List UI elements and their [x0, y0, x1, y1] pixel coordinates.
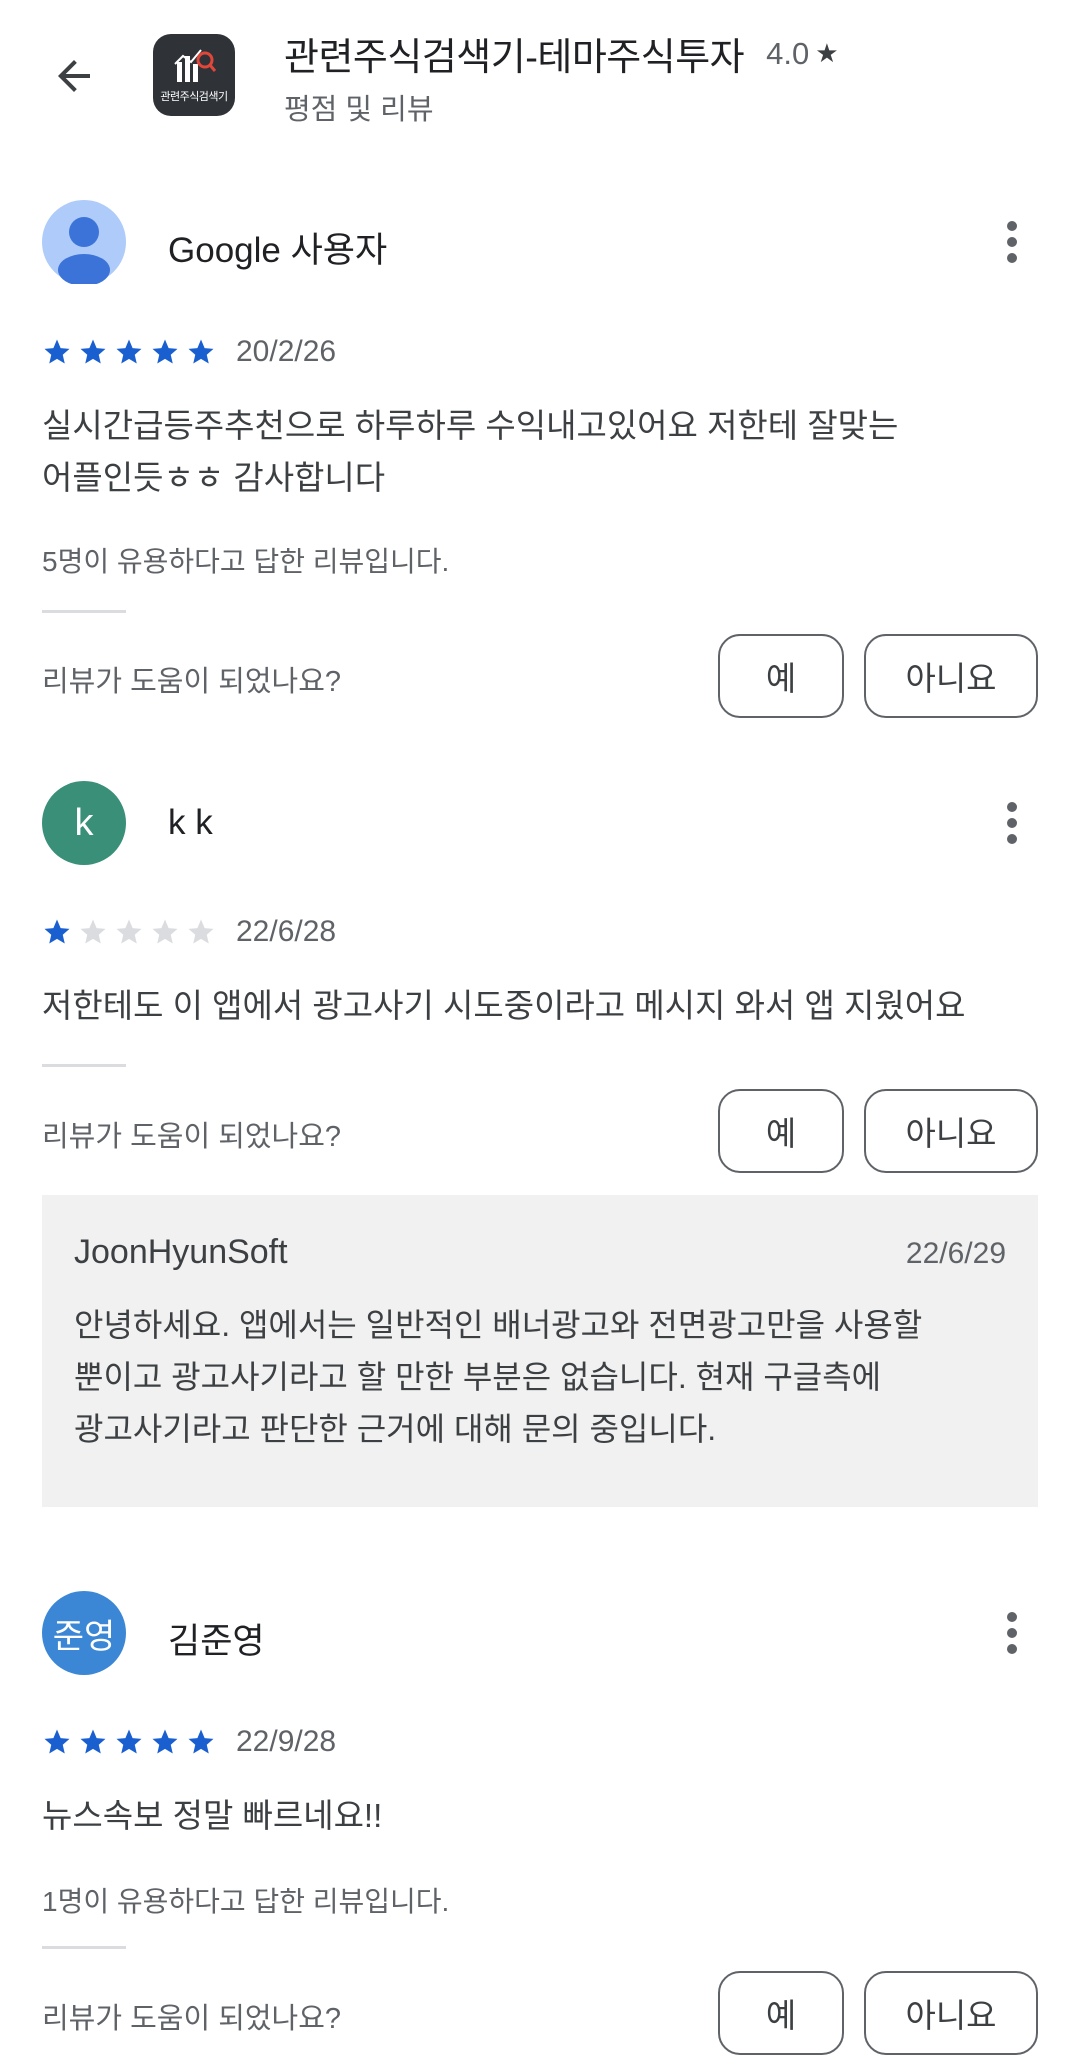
review-date: 22/6/28: [236, 915, 337, 948]
review-date: 22/9/28: [236, 1725, 337, 1758]
reply-author: JoonHyunSoft: [74, 1233, 288, 1271]
helpful-question: 리뷰가 도움이 되었나요?: [42, 1121, 342, 1153]
more-vert-icon: [1007, 802, 1017, 844]
more-options-button[interactable]: [990, 793, 1034, 853]
reply-text-line: 뿐이고 광고사기라고 할 만한 부분은 없습니다. 현재 구글측에: [74, 1359, 882, 1395]
star-filled-icon: [80, 339, 106, 364]
star-filled-icon: [44, 1729, 70, 1754]
divider: [42, 610, 126, 613]
helpful-yes-button[interactable]: 예: [718, 634, 844, 718]
helpful-no-button[interactable]: 아니요: [864, 1089, 1038, 1173]
helpful-no-button[interactable]: 아니요: [864, 634, 1038, 718]
helpful-count: 1명이 유용하다고 답한 리뷰입니다.: [42, 1886, 450, 1917]
review-author: Google 사용자: [168, 231, 388, 270]
review-author: k k: [168, 803, 213, 842]
page-subtitle: 평점 및 리뷰: [284, 94, 434, 126]
app-title-row: 관련주식검색기-테마주식투자 4.0 ★: [284, 26, 839, 81]
review-date: 20/2/26: [236, 335, 337, 368]
app-title: 관련주식검색기-테마주식투자: [284, 37, 745, 79]
divider: [42, 1064, 126, 1067]
avatar: k: [42, 781, 126, 865]
avatar: 준영: [42, 1591, 126, 1675]
star-filled-icon: [152, 1729, 178, 1754]
back-button[interactable]: [40, 42, 108, 110]
star-empty-icon: [188, 919, 214, 944]
star-empty-icon: [80, 919, 106, 944]
more-vert-icon: [1007, 1612, 1017, 1654]
review-text-line: 실시간급등주추천으로 하루하루 수익내고있어요 저한테 잘맞는: [42, 407, 899, 444]
reviews-page: 관련주식검색기 관련주식검색기-테마주식투자 4.0 ★ 평점 및 리뷰 Goo…: [0, 0, 1080, 2070]
star-filled-icon: [152, 339, 178, 364]
app-rating: 4.0: [766, 35, 810, 71]
reply-text-line: 광고사기라고 판단한 근거에 대해 문의 중입니다.: [74, 1411, 717, 1447]
app-icon-label: 관련주식검색기: [160, 91, 228, 103]
reply-text-line: 안녕하세요. 앱에서는 일반적인 배너광고와 전면광고만을 사용할: [74, 1307, 923, 1343]
helpful-yes-button[interactable]: 예: [718, 1089, 844, 1173]
review-author: 김준영: [168, 1622, 265, 1661]
star-filled-icon: [188, 1729, 214, 1754]
review-text-line: 어플인듯ㅎㅎ 감사합니다: [42, 459, 386, 496]
star-filled-icon: [188, 339, 214, 364]
reply-text: 안녕하세요. 앱에서는 일반적인 배너광고와 전면광고만을 사용할 뿐이고 광고…: [74, 1299, 1004, 1455]
star-filled-icon: [44, 339, 70, 364]
rating-star-icon: ★: [815, 38, 839, 68]
reply-date: 22/6/29: [905, 1237, 1006, 1270]
review-text-line: 저한테도 이 앱에서 광고사기 시도중이라고 메시지 와서 앱 지웠어요: [42, 987, 966, 1024]
helpful-no-button[interactable]: 아니요: [864, 1971, 1038, 2055]
avatar-letter: 준영: [52, 1617, 116, 1656]
star-rating: [42, 337, 216, 367]
helpful-question: 리뷰가 도움이 되었나요?: [42, 2003, 342, 2035]
review-text: 뉴스속보 정말 빠르네요!!: [42, 1790, 1032, 1842]
helpful-question: 리뷰가 도움이 되었나요?: [42, 666, 342, 698]
default-user-icon: [58, 217, 110, 284]
review-text-line: 뉴스속보 정말 빠르네요!!: [42, 1797, 383, 1834]
star-filled-icon: [116, 339, 142, 364]
review-text: 저한테도 이 앱에서 광고사기 시도중이라고 메시지 와서 앱 지웠어요: [42, 980, 1032, 1032]
app-icon: 관련주식검색기: [153, 34, 235, 116]
star-rating: [42, 1727, 216, 1757]
avatar-letter: k: [74, 801, 94, 844]
more-vert-icon: [1007, 221, 1017, 263]
developer-reply: JoonHyunSoft 22/6/29 안녕하세요. 앱에서는 일반적인 배너…: [42, 1195, 1038, 1507]
star-filled-icon: [116, 1729, 142, 1754]
more-options-button[interactable]: [990, 1603, 1034, 1663]
star-rating: [42, 917, 216, 947]
star-filled-icon: [80, 1729, 106, 1754]
more-options-button[interactable]: [990, 212, 1034, 272]
review-text: 실시간급등주추천으로 하루하루 수익내고있어요 저한테 잘맞는 어플인듯ㅎㅎ 감…: [42, 400, 1032, 504]
star-empty-icon: [116, 919, 142, 944]
helpful-yes-button[interactable]: 예: [718, 1971, 844, 2055]
app-header: 관련주식검색기 관련주식검색기-테마주식투자 4.0 ★ 평점 및 리뷰: [0, 0, 1080, 150]
divider: [42, 1946, 126, 1949]
avatar: [42, 200, 126, 284]
back-arrow-icon: [58, 60, 90, 92]
helpful-count: 5명이 유용하다고 답한 리뷰입니다.: [42, 546, 450, 577]
star-empty-icon: [152, 919, 178, 944]
star-filled-icon: [44, 919, 70, 944]
